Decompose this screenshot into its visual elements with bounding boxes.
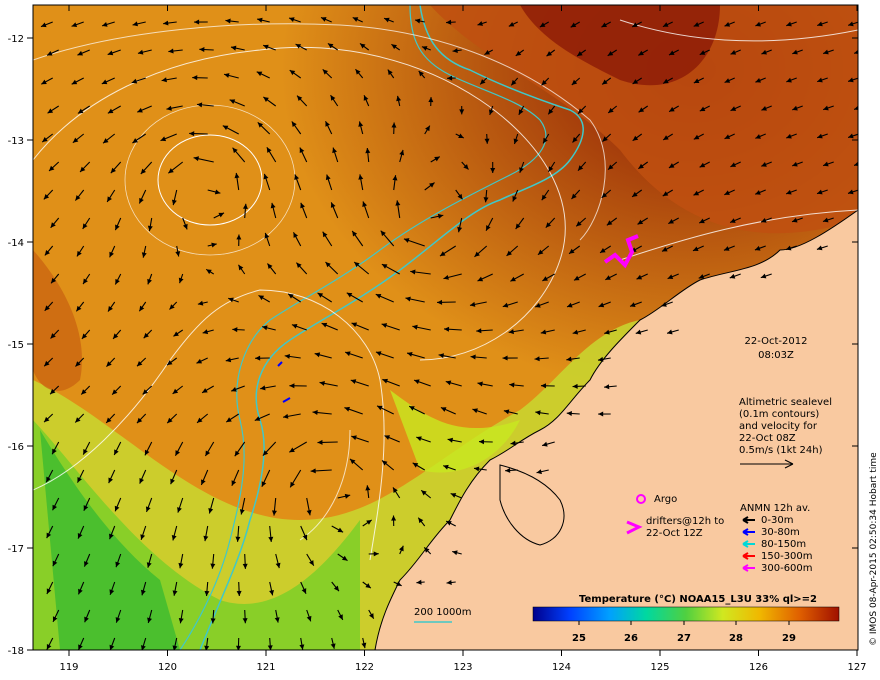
y-tick-label: -14 — [8, 238, 24, 249]
y-tick-label: -12 — [8, 34, 24, 45]
colorbar — [532, 606, 840, 622]
colorbar-tick-label: 29 — [782, 633, 796, 644]
anmn-legend-label: 0-30m — [761, 515, 793, 526]
anmn-legend-label: 150-300m — [761, 551, 813, 562]
x-tick-label: 125 — [650, 662, 669, 673]
x-tick-label: 124 — [552, 662, 571, 673]
altimetry-line-3: and velocity for — [739, 421, 818, 432]
credit-text: © IMOS 08-Apr-2015 02:50:34 Hobart time — [869, 452, 879, 646]
date-label: 22-Oct-2012 — [745, 336, 808, 347]
colorbar-tick-label: 26 — [624, 633, 638, 644]
y-tick-label: -13 — [8, 136, 24, 147]
argo-label: Argo — [654, 494, 677, 505]
altimetry-line-4: 22-Oct 08Z — [739, 433, 796, 444]
anmn-legend-label: 30-80m — [761, 527, 800, 538]
time-label: 08:03Z — [758, 350, 794, 361]
colorbar-tick-label: 28 — [729, 633, 743, 644]
sst-map-figure: 119 120 121 122 123 124 125 126 127 -12 -13 -14 -15… — [8, 4, 879, 673]
anmn-legend-title: ANMN 12h av. — [740, 503, 810, 514]
drifters-label-2: 22-Oct 12Z — [646, 528, 703, 539]
anmn-legend-label: 300-600m — [761, 563, 813, 574]
altimetry-line-2: (0.1m contours) — [739, 409, 819, 420]
x-tick-label: 119 — [59, 662, 78, 673]
x-tick-label: 121 — [256, 662, 275, 673]
drifters-label-1: drifters@12h to — [646, 516, 724, 527]
x-tick-label: 120 — [158, 662, 177, 673]
x-tick-label: 127 — [847, 662, 866, 673]
x-tick-label: 123 — [453, 662, 472, 673]
map-plot-area — [33, 5, 858, 650]
y-tick-label: -18 — [8, 646, 24, 657]
anmn-legend-label: 80-150m — [761, 539, 806, 550]
altimetry-line-5: 0.5m/s (1kt 24h) — [739, 445, 823, 456]
isobath-legend-label: 200 1000m — [414, 607, 471, 618]
y-tick-label: -16 — [8, 442, 24, 453]
colorbar-tick-label: 25 — [572, 633, 586, 644]
colorbar-tick-label: 27 — [677, 633, 691, 644]
x-tick-label: 122 — [355, 662, 374, 673]
x-tick-label: 126 — [749, 662, 768, 673]
colorbar-title: Temperature (°C) NOAA15_L3U 33% ql>=2 — [579, 594, 817, 605]
altimetry-line-1: Altimetric sealevel — [739, 397, 832, 408]
y-tick-label: -17 — [8, 544, 24, 555]
y-tick-label: -15 — [8, 340, 24, 351]
